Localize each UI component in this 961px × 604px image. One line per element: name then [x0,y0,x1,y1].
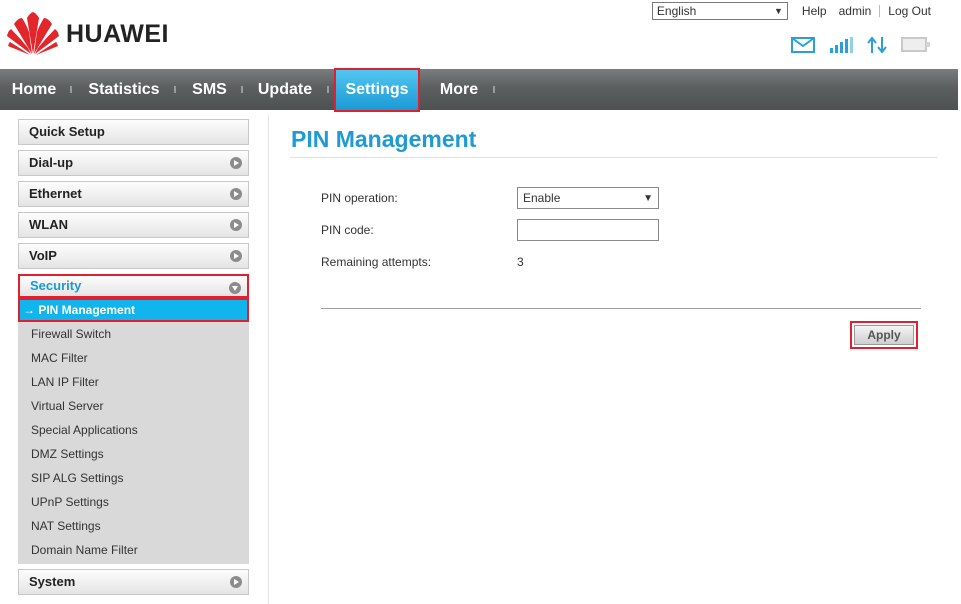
sidebar-item-wlan[interactable]: WLAN [18,212,249,238]
pin-code-input[interactable] [517,219,659,241]
settings-sidebar: Quick Setup Dial-up Ethernet WLAN VoIP S… [18,119,249,600]
submenu-item-mac-filter[interactable]: MAC Filter [18,346,249,370]
data-transfer-icon [867,36,887,54]
nav-separator [174,86,176,93]
submenu-item-dmz-settings[interactable]: DMZ Settings [18,442,249,466]
page-title: PIN Management [291,126,477,152]
expand-arrow-icon [230,157,242,169]
logout-link[interactable]: Log Out [888,4,931,18]
nav-more[interactable]: More [428,69,490,110]
dropdown-arrow-icon: ▼ [643,192,653,204]
sidebar-item-quick-setup[interactable]: Quick Setup [18,119,249,145]
brand-name: HUAWEI [66,19,169,48]
nav-separator [70,86,72,93]
nav-statistics[interactable]: Statistics [78,69,170,110]
sidebar-item-label: Dial-up [29,155,74,170]
huawei-logo: HUAWEI [6,12,169,56]
remaining-attempts-label: Remaining attempts: [321,255,432,269]
submenu-item-sip-alg-settings[interactable]: SIP ALG Settings [18,466,249,490]
submenu-item-domain-name-filter[interactable]: Domain Name Filter [18,538,249,562]
nav-sms[interactable]: SMS [182,69,237,110]
help-link[interactable]: Help [802,4,827,18]
top-utility-bar: English ▼ Help admin Log Out [651,2,937,20]
submenu-item-firewall-switch[interactable]: Firewall Switch [18,322,249,346]
title-divider [290,157,938,158]
sidebar-item-system[interactable]: System [18,569,249,595]
nav-separator [493,86,495,93]
content-divider [268,115,269,604]
pin-code-label: PIN code: [321,223,374,237]
submenu-item-special-applications[interactable]: Special Applications [18,418,249,442]
submenu-item-pin-management[interactable]: → PIN Management [18,298,249,322]
sidebar-item-label: Quick Setup [29,124,105,139]
main-nav: Home Statistics SMS Update Settings More [0,68,958,112]
remaining-attempts-value: 3 [517,255,524,269]
language-value: English [656,4,697,18]
sidebar-item-dial-up[interactable]: Dial-up [18,150,249,176]
submenu-item-upnp-settings[interactable]: UPnP Settings [18,490,249,514]
sidebar-item-voip[interactable]: VoIP [18,243,249,269]
connection-icon [901,37,930,52]
nav-separator [241,86,243,93]
submenu-item-nat-settings[interactable]: NAT Settings [18,514,249,538]
collapse-arrow-icon [229,282,241,294]
dropdown-arrow-icon: ▼ [774,6,783,16]
sidebar-item-security[interactable]: Security [18,274,249,298]
pin-operation-label: PIN operation: [321,191,398,205]
signal-icon [830,37,853,53]
sidebar-item-label: Security [30,278,82,293]
nav-separator [327,86,329,93]
user-label: admin [838,4,872,18]
sidebar-item-label: WLAN [29,217,68,232]
expand-arrow-icon [230,576,242,588]
sidebar-item-ethernet[interactable]: Ethernet [18,181,249,207]
language-select[interactable]: English ▼ [651,2,788,20]
status-icons [791,36,931,54]
submenu-item-virtual-server[interactable]: Virtual Server [18,394,249,418]
apply-button-label: Apply [854,325,914,345]
mail-icon[interactable] [791,37,815,53]
divider [879,5,881,17]
expand-arrow-icon [230,250,242,262]
nav-home[interactable]: Home [0,69,68,110]
apply-button[interactable]: Apply [850,321,918,349]
sidebar-item-label: VoIP [29,248,57,263]
security-submenu: → PIN Management Firewall Switch MAC Fil… [18,298,249,564]
pin-operation-value: Enable [523,191,561,205]
expand-arrow-icon [230,188,242,200]
huawei-flower-icon [7,12,59,55]
nav-settings[interactable]: Settings [334,68,420,112]
sidebar-item-label: Ethernet [29,186,82,201]
pin-operation-select[interactable]: Enable ▼ [517,187,659,209]
submenu-item-lan-ip-filter[interactable]: LAN IP Filter [18,370,249,394]
form-divider [321,308,921,309]
nav-update[interactable]: Update [249,69,321,110]
sidebar-item-label: System [29,574,76,589]
expand-arrow-icon [230,219,242,231]
